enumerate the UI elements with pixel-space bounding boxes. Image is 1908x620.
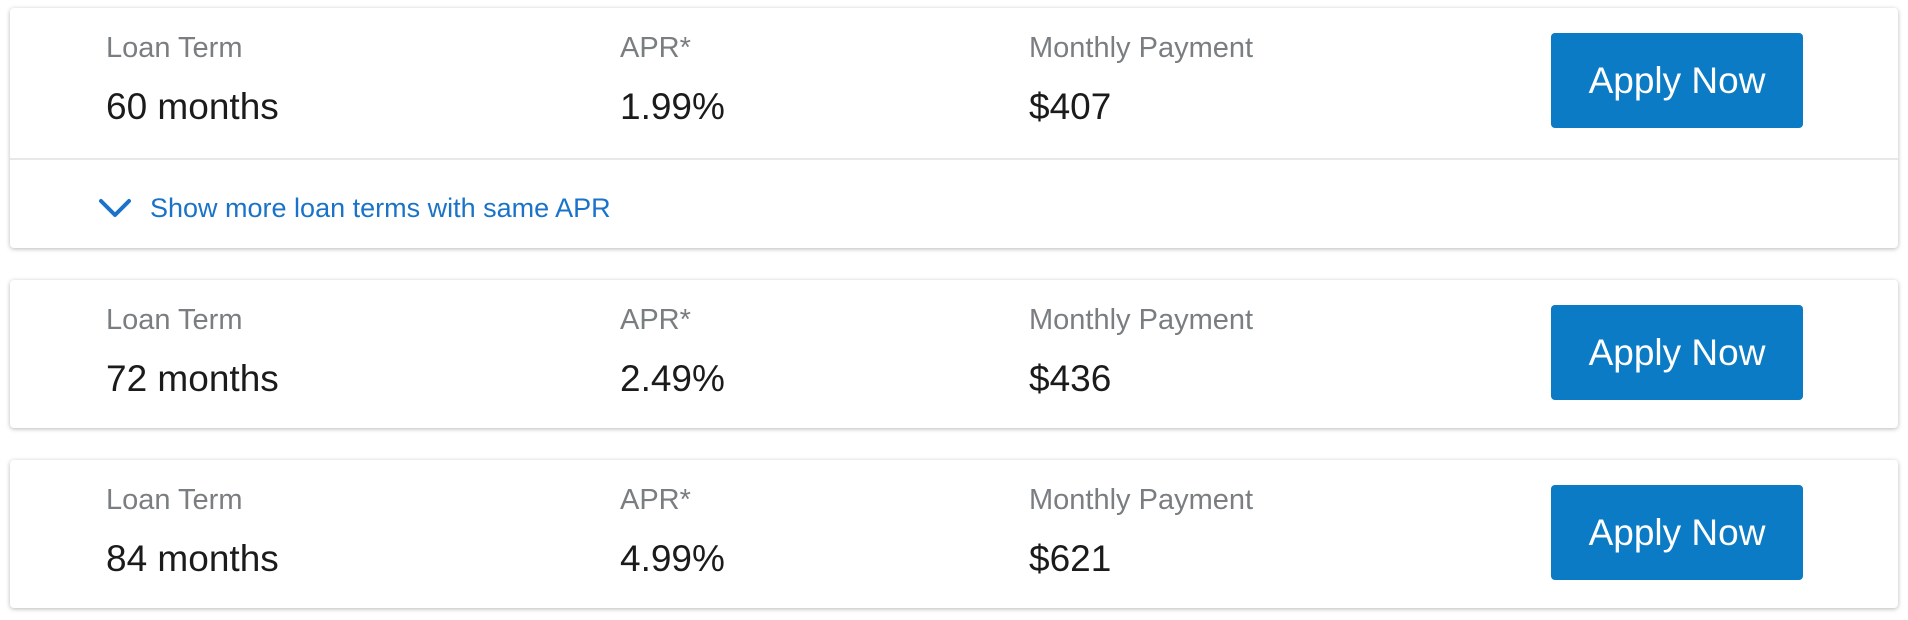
monthly-payment-value: $436 <box>1029 358 1112 399</box>
apr-label: APR* <box>620 32 691 64</box>
loan-term-label: Loan Term <box>106 304 243 336</box>
loan-offer-card: Loan Term 60 months APR* 1.99% Monthly P… <box>10 8 1898 248</box>
apr-label: APR* <box>620 484 691 516</box>
loan-offer-card: Loan Term 84 months APR* 4.99% Monthly P… <box>10 460 1898 608</box>
loan-term-label: Loan Term <box>106 484 243 516</box>
loan-term-value: 60 months <box>106 86 279 127</box>
monthly-payment-label: Monthly Payment <box>1029 32 1254 64</box>
divider <box>10 158 1898 160</box>
loan-term-label: Loan Term <box>106 32 243 64</box>
monthly-payment-label: Monthly Payment <box>1029 484 1254 516</box>
apr-label: APR* <box>620 304 691 336</box>
loan-offer-row: Loan Term 72 months APR* 2.49% Monthly P… <box>10 280 1898 428</box>
loan-term-value: 72 months <box>106 358 279 399</box>
show-more-terms-text: Show more loan terms with same APR <box>150 192 611 223</box>
apply-now-button[interactable]: Apply Now <box>1551 33 1803 128</box>
loan-term-value: 84 months <box>106 538 279 579</box>
apply-now-button[interactable]: Apply Now <box>1551 485 1803 580</box>
show-more-terms-link[interactable]: Show more loan terms with same APR <box>96 180 611 236</box>
loan-offer-card: Loan Term 72 months APR* 2.49% Monthly P… <box>10 280 1898 428</box>
monthly-payment-value: $621 <box>1029 538 1112 579</box>
loan-offer-row: Loan Term 84 months APR* 4.99% Monthly P… <box>10 460 1898 608</box>
monthly-payment-value: $407 <box>1029 86 1112 127</box>
apr-value: 2.49% <box>620 358 725 399</box>
chevron-down-icon <box>96 194 134 222</box>
apr-value: 4.99% <box>620 538 725 579</box>
loan-offer-row: Loan Term 60 months APR* 1.99% Monthly P… <box>10 8 1898 156</box>
apr-value: 1.99% <box>620 86 725 127</box>
monthly-payment-label: Monthly Payment <box>1029 304 1254 336</box>
apply-now-button[interactable]: Apply Now <box>1551 305 1803 400</box>
